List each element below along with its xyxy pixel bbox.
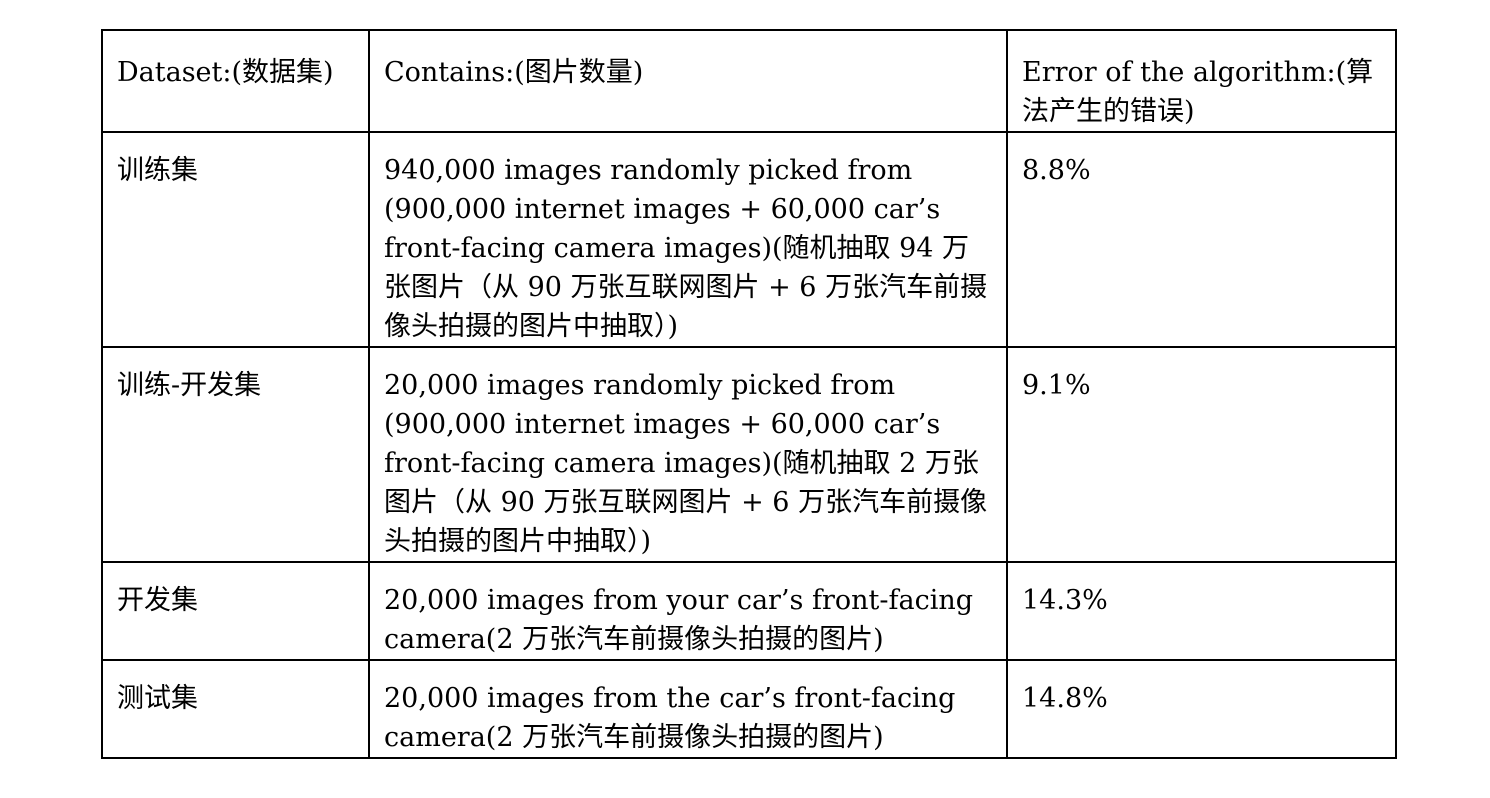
table-row: 开发集 20,000 images from your car’s front-… (101, 561, 1397, 661)
header-error: Error of the algorithm:(算法产生的错误) (1006, 29, 1397, 133)
cell-error: 14.3% (1006, 561, 1397, 661)
cell-contains: 20,000 images randomly picked from (900,… (368, 346, 1008, 563)
table-header-row: Dataset:(数据集) Contains:(图片数量) Error of t… (101, 29, 1397, 133)
cell-dataset: 训练-开发集 (101, 346, 370, 563)
table-row: 训练-开发集 20,000 images randomly picked fro… (101, 346, 1397, 563)
cell-dataset: 测试集 (101, 659, 370, 759)
cell-contains: 20,000 images from your car’s front-faci… (368, 561, 1008, 661)
cell-contains: 940,000 images randomly picked from (900… (368, 131, 1008, 348)
cell-error: 8.8% (1006, 131, 1397, 348)
table-row: 训练集 940,000 images randomly picked from … (101, 131, 1397, 348)
cell-dataset: 开发集 (101, 561, 370, 661)
cell-contains: 20,000 images from the car’s front-facin… (368, 659, 1008, 759)
header-dataset: Dataset:(数据集) (101, 29, 370, 133)
cell-error: 9.1% (1006, 346, 1397, 563)
table-row: 测试集 20,000 images from the car’s front-f… (101, 659, 1397, 759)
dataset-error-table: Dataset:(数据集) Contains:(图片数量) Error of t… (101, 29, 1397, 759)
header-contains: Contains:(图片数量) (368, 29, 1008, 133)
cell-dataset: 训练集 (101, 131, 370, 348)
cell-error: 14.8% (1006, 659, 1397, 759)
